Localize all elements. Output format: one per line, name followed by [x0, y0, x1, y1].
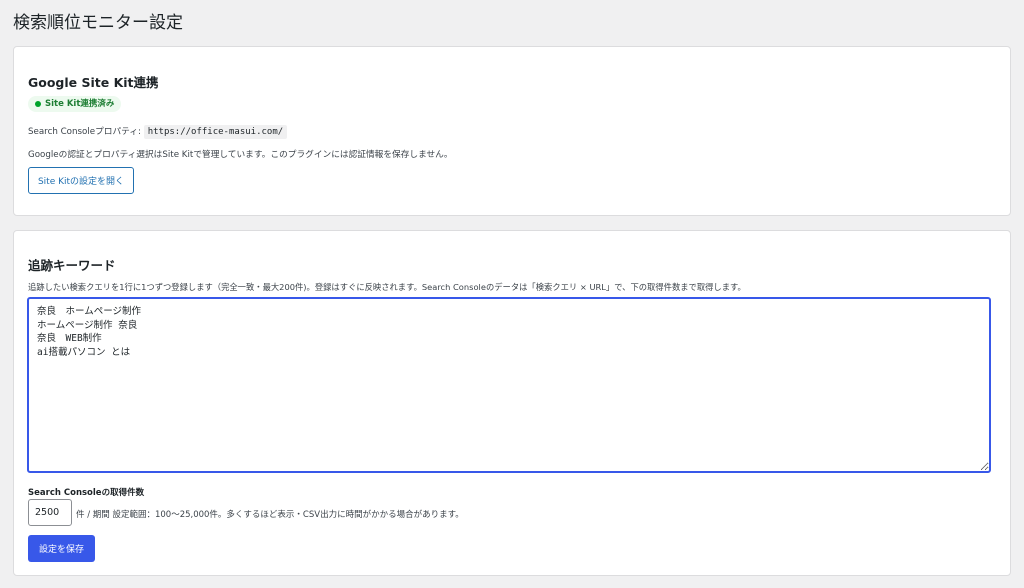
sitekit-note: Googleの認証とプロパティ選択はSite Kitで管理しています。このプラグ… [28, 150, 453, 160]
status-dot-icon [35, 101, 41, 107]
keywords-card: 追跡キーワード 追跡したい検索クエリを1行に1つずつ登録します（完全一致・最大2… [13, 230, 1011, 576]
fetch-count-label: Search Consoleの取得件数 [28, 488, 145, 498]
fetch-count-input[interactable] [28, 499, 72, 526]
property-label: Search Consoleプロパティ: [28, 127, 141, 137]
fetch-count-help: 件 / 期間 設定範囲：100〜25,000件。多くするほど表示・CSV出力に時… [76, 510, 464, 520]
property-row: Search Consoleプロパティ: https://office-masu… [28, 124, 288, 139]
keywords-description: 追跡したい検索クエリを1行に1つずつ登録します（完全一致・最大200件)。登録は… [28, 282, 746, 292]
keywords-textarea[interactable] [27, 297, 991, 473]
save-settings-button[interactable]: 設定を保存 [28, 535, 95, 562]
page-title: 検索順位モニター設定 [13, 13, 183, 33]
sitekit-section-title: Google Site Kit連携 [28, 75, 159, 90]
keywords-section-title: 追跡キーワード [28, 258, 116, 273]
sitekit-card: Google Site Kit連携 Site Kit連携済み Search Co… [13, 46, 1011, 216]
sitekit-status-badge: Site Kit連携済み [28, 96, 122, 112]
open-sitekit-settings-button[interactable]: Site Kitの設定を開く [28, 167, 134, 194]
property-value: https://office-masui.com/ [143, 125, 288, 139]
status-badge-label: Site Kit連携済み [45, 99, 115, 109]
